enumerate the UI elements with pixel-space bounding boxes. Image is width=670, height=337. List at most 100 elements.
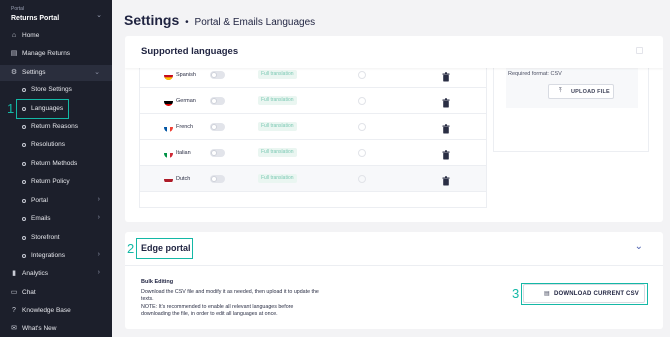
annotation-highlight-edge-portal (136, 238, 193, 259)
sidebar-item-whats-new[interactable]: ✉ What's New (0, 321, 112, 337)
bullet-icon (22, 125, 26, 129)
default-language-radio[interactable] (358, 71, 366, 79)
portal-selector-name: Returns Portal (11, 15, 60, 22)
bulk-editing-note: NOTE: It's recommended to enable all rel… (141, 303, 294, 317)
language-name: Spanish (176, 72, 196, 78)
annotation-highlight-download (521, 283, 648, 305)
bullet-icon (22, 236, 26, 240)
language-row-german: German Full translation (140, 88, 486, 114)
trash-icon[interactable] (442, 95, 450, 108)
sidebar-item-label: Portal (31, 197, 48, 204)
trash-icon[interactable] (442, 121, 450, 134)
collapse-icon[interactable] (636, 47, 643, 54)
default-language-radio[interactable] (358, 175, 366, 183)
page-title: Settings • Portal & Emails Languages (124, 12, 315, 28)
chevron-down-icon: ⌄ (96, 12, 102, 19)
language-toggle[interactable] (210, 123, 225, 131)
sidebar-item-portal[interactable]: Portal › (0, 193, 112, 209)
default-language-radio[interactable] (358, 97, 366, 105)
portal-selector-caption: Portal (11, 6, 25, 12)
sidebar-item-return-reasons[interactable]: Return Reasons (0, 119, 112, 135)
germany-flag-icon (164, 97, 173, 106)
language-toggle[interactable] (210, 97, 225, 105)
sidebar-item-manage-returns[interactable]: ▤ Manage Returns (0, 46, 112, 62)
sidebar-item-return-policy[interactable]: Return Policy (0, 174, 112, 190)
required-format-label: Required format: CSV (508, 71, 562, 77)
sidebar-item-emails[interactable]: Emails › (0, 211, 112, 227)
sidebar-item-knowledge-base[interactable]: ? Knowledge Base (0, 303, 112, 319)
language-toggle[interactable] (210, 71, 225, 79)
chevron-down-icon[interactable]: ⌄ (635, 241, 643, 252)
inbox-icon: ▤ (10, 50, 18, 57)
language-name: Dutch (176, 176, 191, 182)
bullet-icon (22, 143, 26, 147)
upload-file-label: UPLOAD FILE (571, 89, 610, 95)
sidebar-item-integrations[interactable]: Integrations › (0, 248, 112, 264)
sidebar: Portal Returns Portal ⌄ ⌂ Home ▤ Manage … (0, 0, 112, 337)
default-language-radio[interactable] (358, 149, 366, 157)
sidebar-item-label: Settings (22, 69, 46, 76)
sidebar-item-label: Integrations (31, 252, 65, 259)
bullet-icon (22, 88, 26, 92)
portal-selector[interactable]: Portal Returns Portal ⌄ (6, 5, 106, 25)
trash-icon[interactable] (442, 69, 450, 82)
news-icon: ✉ (11, 325, 17, 332)
sidebar-item-label: What's New (22, 325, 57, 332)
sidebar-item-store-settings[interactable]: Store Settings (0, 82, 112, 98)
sidebar-item-analytics[interactable]: ▮ Analytics › (0, 266, 112, 282)
sidebar-item-settings[interactable]: ⚙ Settings ⌄ (0, 65, 112, 81)
language-row-dutch: Dutch Full translation (140, 166, 486, 192)
sidebar-item-home[interactable]: ⌂ Home (0, 28, 112, 44)
chart-icon: ▮ (12, 270, 16, 277)
trash-icon[interactable] (442, 173, 450, 186)
sidebar-item-label: Store Settings (31, 86, 72, 93)
spain-flag-icon (164, 71, 173, 80)
upload-dropzone: Required format: CSV ⤒ UPLOAD FILE (506, 68, 638, 108)
netherlands-flag-icon (164, 175, 173, 184)
sidebar-item-label: Return Policy (31, 178, 70, 185)
divider (125, 265, 663, 266)
upload-icon: ⤒ (559, 88, 562, 94)
translation-status-badge: Full translation (258, 174, 297, 183)
sidebar-item-return-methods[interactable]: Return Methods (0, 156, 112, 172)
bullet-icon (22, 162, 26, 166)
annotation-marker-1: 1 (7, 101, 15, 116)
supported-languages-card: Supported languages Spanish Full transla… (125, 36, 663, 222)
language-name: French (176, 124, 194, 130)
bullet-icon (22, 254, 26, 258)
chat-icon: ▭ (10, 289, 18, 296)
france-flag-icon (164, 123, 173, 132)
chevron-right-icon: › (97, 196, 100, 203)
annotation-marker-3: 3 (512, 286, 520, 301)
language-toggle[interactable] (210, 149, 225, 157)
supported-languages-header: Supported languages (125, 36, 663, 68)
language-row-italian: Italian Full translation (140, 140, 486, 166)
sidebar-item-resolutions[interactable]: Resolutions (0, 137, 112, 153)
language-name: Italian (176, 150, 191, 156)
translation-status-badge: Full translation (258, 122, 297, 131)
sidebar-item-label: Resolutions (31, 141, 65, 148)
trash-icon[interactable] (442, 147, 450, 160)
language-toggle[interactable] (210, 175, 225, 183)
chevron-right-icon: › (97, 269, 100, 276)
sidebar-item-label: Return Reasons (31, 123, 78, 130)
sidebar-item-storefront[interactable]: Storefront (0, 230, 112, 246)
home-icon: ⌂ (11, 32, 17, 39)
default-language-radio[interactable] (358, 123, 366, 131)
bulk-editing-title: Bulk Editing (141, 279, 174, 285)
gear-icon: ⚙ (10, 69, 18, 76)
sidebar-item-label: Emails (31, 215, 51, 222)
translation-status-badge: Full translation (258, 148, 297, 157)
sidebar-item-label: Manage Returns (22, 50, 71, 57)
chevron-right-icon: › (97, 214, 100, 221)
chevron-right-icon: › (97, 251, 100, 258)
language-list: Spanish Full translation German Full tra… (139, 68, 487, 208)
sidebar-item-label: Knowledge Base (22, 307, 71, 314)
supported-languages-title: Supported languages (141, 46, 239, 57)
sidebar-item-chat[interactable]: ▭ Chat (0, 285, 112, 301)
sidebar-item-label: Storefront (31, 234, 60, 241)
upload-file-button[interactable]: ⤒ UPLOAD FILE (548, 84, 614, 99)
page-subtitle: Portal & Emails Languages (194, 17, 316, 28)
help-icon: ? (12, 307, 16, 314)
page-title-separator: • (185, 17, 189, 28)
